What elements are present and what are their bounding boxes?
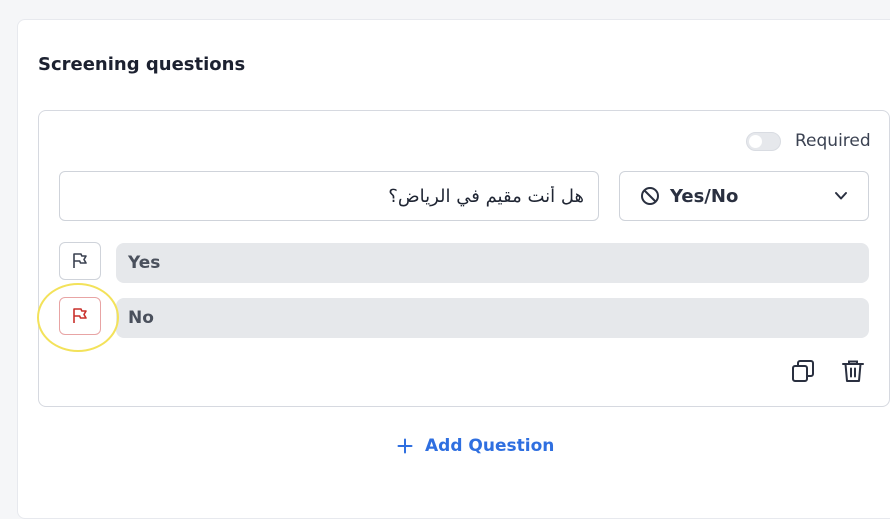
option-yes-label: Yes: [128, 253, 161, 273]
flag-icon: [73, 253, 87, 268]
duplicate-question-button[interactable]: [789, 357, 817, 385]
option-yes-field[interactable]: Yes: [116, 243, 869, 283]
add-question-button[interactable]: Add Question: [397, 436, 554, 456]
required-toggle-row: Required: [746, 130, 871, 152]
question-type-label: Yes/No: [670, 185, 739, 207]
question-text-input[interactable]: [59, 171, 599, 221]
flag-button-no[interactable]: [59, 297, 101, 335]
delete-question-button[interactable]: [839, 357, 867, 385]
trash-icon: [842, 360, 864, 382]
required-label: Required: [795, 131, 871, 151]
plus-icon: [397, 438, 413, 454]
flag-button-yes[interactable]: [59, 242, 101, 280]
option-no-field[interactable]: No: [116, 298, 869, 338]
required-toggle[interactable]: [746, 131, 781, 151]
flag-icon: [73, 308, 87, 323]
question-type-select[interactable]: Yes/No: [619, 171, 869, 221]
toggle-knob: [749, 134, 762, 148]
chevron-down-icon: [835, 192, 847, 200]
section-title: Screening questions: [38, 54, 246, 75]
ban-icon: [641, 187, 659, 205]
option-no-label: No: [128, 308, 154, 328]
add-question-label: Add Question: [425, 436, 555, 456]
copy-icon: [792, 360, 814, 382]
